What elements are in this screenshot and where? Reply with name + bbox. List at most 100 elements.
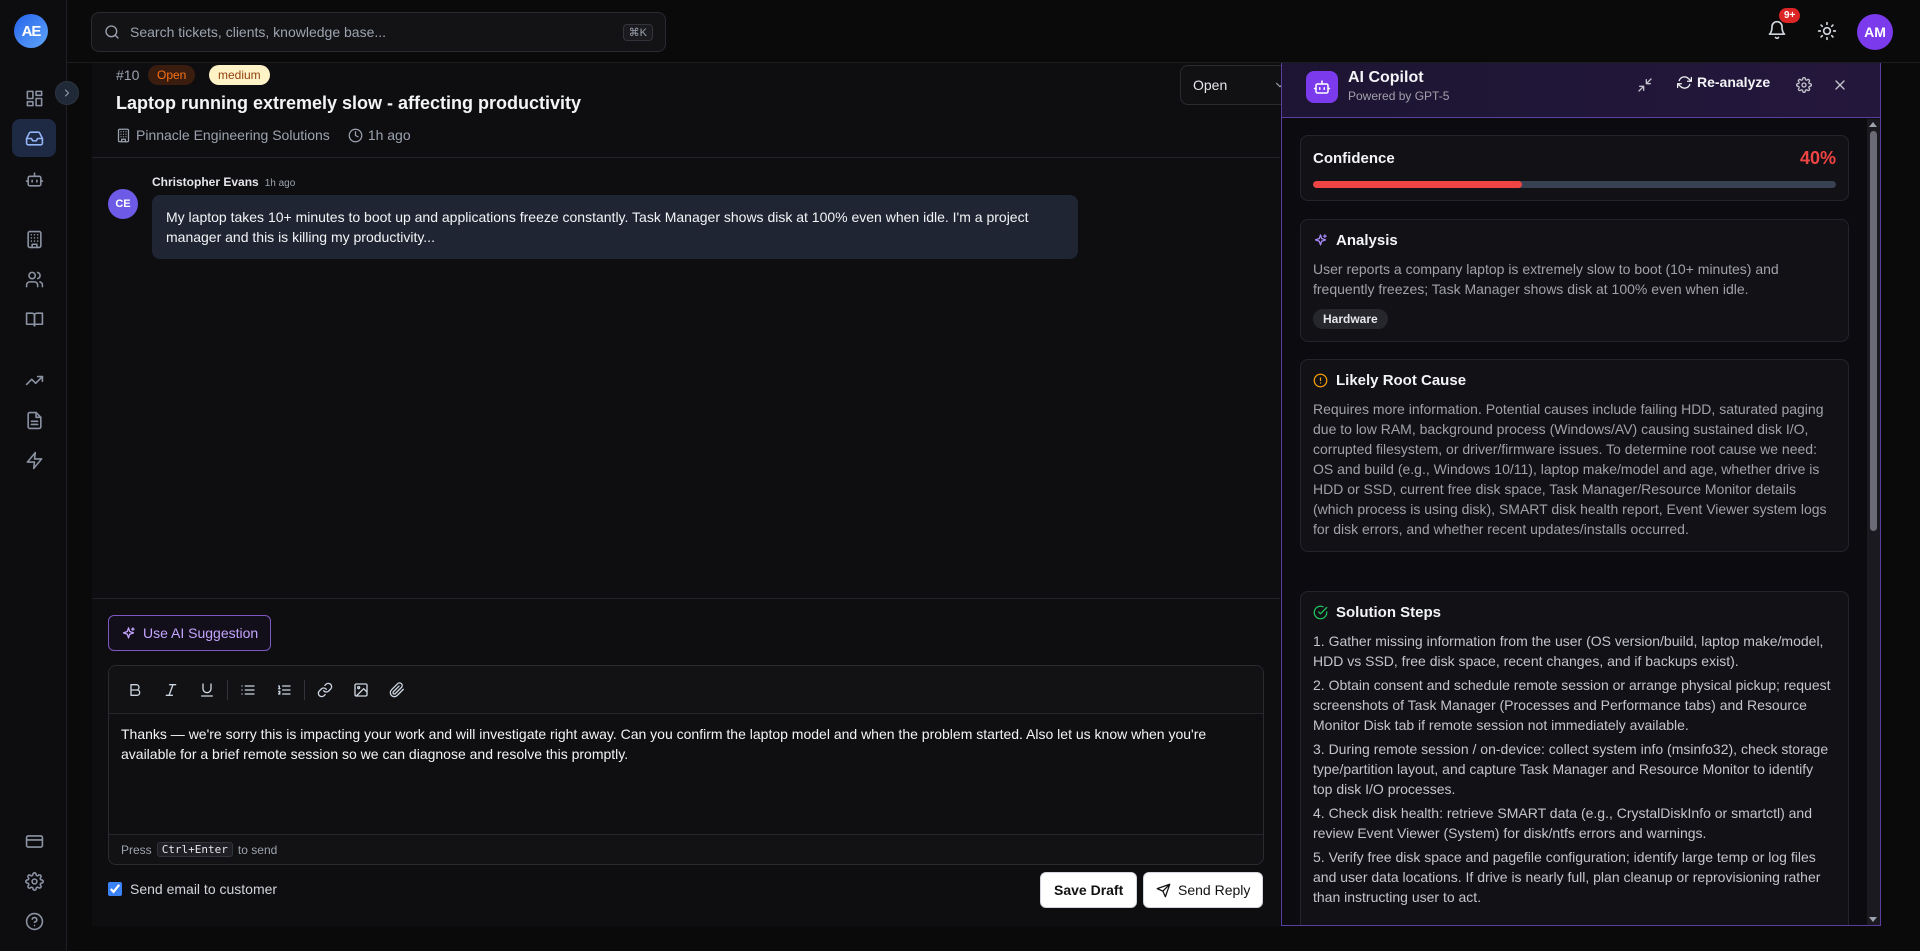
send-email-toggle[interactable]: Send email to customer	[108, 881, 277, 897]
nav-settings[interactable]	[12, 862, 56, 900]
nav-users[interactable]	[12, 260, 56, 298]
use-ai-suggestion-button[interactable]: Use AI Suggestion	[108, 615, 272, 651]
image-icon	[353, 682, 369, 698]
reanalyze-label: Re-analyze	[1697, 74, 1771, 90]
toolbar-divider	[304, 679, 305, 700]
send-reply-label: Send Reply	[1178, 882, 1251, 898]
help-icon	[25, 912, 44, 931]
settings-icon	[1796, 77, 1812, 93]
card-icon	[25, 832, 44, 851]
nav-inbox[interactable]	[12, 119, 56, 157]
close-copilot-button[interactable]	[1832, 77, 1848, 93]
trending-icon	[25, 371, 44, 390]
notifications-button[interactable]: 9+	[1767, 8, 1801, 40]
clock-icon	[348, 128, 368, 143]
copilot-title: AI Copilot	[1348, 69, 1424, 86]
confidence-card: Confidence 40%	[1300, 135, 1849, 201]
copilot-subtitle: Powered by GPT-5	[1348, 89, 1450, 103]
expand-sidebar-button[interactable]	[55, 81, 79, 105]
nav-billing[interactable]	[12, 822, 56, 860]
send-reply-button[interactable]: Send Reply	[1143, 872, 1264, 908]
insert-link-button[interactable]	[307, 672, 343, 708]
scroll-down-arrow[interactable]	[1869, 917, 1877, 922]
document-icon	[25, 411, 44, 430]
bell-icon	[1767, 20, 1787, 40]
confidence-bar-fill	[1313, 181, 1523, 188]
nav-automations[interactable]	[12, 441, 56, 479]
ticket-title: Laptop running extremely slow - affectin…	[116, 93, 582, 113]
scroll-up-arrow[interactable]	[1869, 122, 1877, 127]
italic-icon	[163, 682, 179, 698]
book-icon	[25, 310, 44, 329]
send-email-checkbox[interactable]	[108, 882, 122, 896]
root-cause-card: Likely Root Cause Requires more informat…	[1300, 359, 1849, 552]
theme-toggle-button[interactable]	[1817, 21, 1837, 41]
category-tag: Hardware	[1313, 309, 1388, 329]
client-company-link[interactable]: Pinnacle Engineering Solutions	[136, 127, 330, 143]
dashboard-icon	[25, 89, 44, 108]
bold-button[interactable]	[117, 672, 153, 708]
hint-prefix: Press	[121, 842, 152, 857]
nav-reports[interactable]	[12, 401, 56, 439]
attach-file-button[interactable]	[379, 672, 415, 708]
copilot-bot-badge	[1306, 71, 1338, 103]
nav-ai-agent[interactable]	[12, 160, 56, 198]
bot-icon	[25, 170, 44, 189]
nav-analytics[interactable]	[12, 361, 56, 399]
nav-knowledge-base[interactable]	[12, 300, 56, 338]
ticket-panel: #10 Open medium Laptop running extremely…	[92, 63, 1328, 926]
minimize-copilot-button[interactable]	[1637, 77, 1653, 93]
search-placeholder: Search tickets, clients, knowledge base.…	[130, 24, 387, 40]
ai-copilot-panel: AI Copilot Powered by GPT-5 Re-analyze C…	[1281, 63, 1881, 926]
app-logo[interactable]: AE	[14, 14, 48, 48]
confidence-value: 40%	[1799, 148, 1836, 168]
sun-icon	[1817, 21, 1837, 41]
nav-clients[interactable]	[12, 220, 56, 258]
root-cause-text: Requires more information. Potential cau…	[1313, 401, 1827, 537]
reply-textarea[interactable]: Thanks — we're sorry this is impacting y…	[109, 714, 1263, 834]
copilot-settings-button[interactable]	[1796, 77, 1812, 93]
numbered-list-button[interactable]	[266, 672, 302, 708]
status-badge: Open	[148, 65, 196, 85]
nav-dashboard[interactable]	[12, 79, 56, 117]
insert-image-button[interactable]	[343, 672, 379, 708]
search-icon	[104, 24, 130, 40]
underline-button[interactable]	[189, 672, 225, 708]
message-author-name: Christopher Evans	[152, 175, 259, 189]
copilot-scrollbar[interactable]	[1867, 119, 1880, 925]
priority-badge: medium	[209, 65, 270, 85]
message-author: Christopher Evans 1h ago	[152, 175, 295, 189]
root-cause-title: Likely Root Cause	[1336, 372, 1467, 389]
italic-button[interactable]	[153, 672, 189, 708]
hint-suffix: to send	[237, 842, 278, 857]
reply-editor: Thanks — we're sorry this is impacting y…	[108, 665, 1264, 865]
copilot-body: Confidence 40% Analysis User reports a c…	[1282, 119, 1867, 925]
bullet-list-button[interactable]	[230, 672, 266, 708]
solution-step: 5. Verify free disk space and pagefile c…	[1313, 849, 1821, 905]
paperclip-icon	[389, 681, 405, 698]
message-author-avatar: CE	[108, 189, 138, 219]
nav-rail: AE	[0, 0, 79, 951]
toolbar-divider	[227, 679, 228, 700]
reanalyze-button[interactable]: Re-analyze	[1677, 74, 1770, 90]
scrollbar-thumb[interactable]	[1870, 131, 1877, 531]
minimize-icon	[1637, 77, 1653, 93]
solution-step: 4. Check disk health: retrieve SMART dat…	[1313, 805, 1813, 841]
user-avatar[interactable]: AM	[1857, 14, 1893, 50]
save-draft-button[interactable]: Save Draft	[1040, 872, 1138, 908]
link-icon	[317, 682, 333, 698]
ticket-age: 1h ago	[367, 127, 411, 143]
confidence-label: Confidence	[1313, 150, 1395, 167]
reply-composer: Use AI Suggestion Thanks — we're sorry t…	[92, 598, 1280, 926]
use-ai-suggestion-label: Use AI Suggestion	[143, 625, 259, 641]
solution-step: 1. Gather missing information from the u…	[1313, 633, 1824, 669]
nav-help[interactable]	[12, 902, 56, 940]
bold-icon	[127, 682, 143, 698]
inbox-icon	[25, 129, 44, 148]
message-body: My laptop takes 10+ minutes to boot up a…	[152, 195, 1078, 259]
ticket-number: #10	[116, 67, 140, 83]
message-time: 1h ago	[264, 178, 296, 189]
send-email-label: Send email to customer	[130, 881, 278, 897]
solution-step: 2. Obtain consent and schedule remote se…	[1313, 677, 1831, 733]
global-search-input[interactable]: Search tickets, clients, knowledge base.…	[91, 12, 666, 52]
